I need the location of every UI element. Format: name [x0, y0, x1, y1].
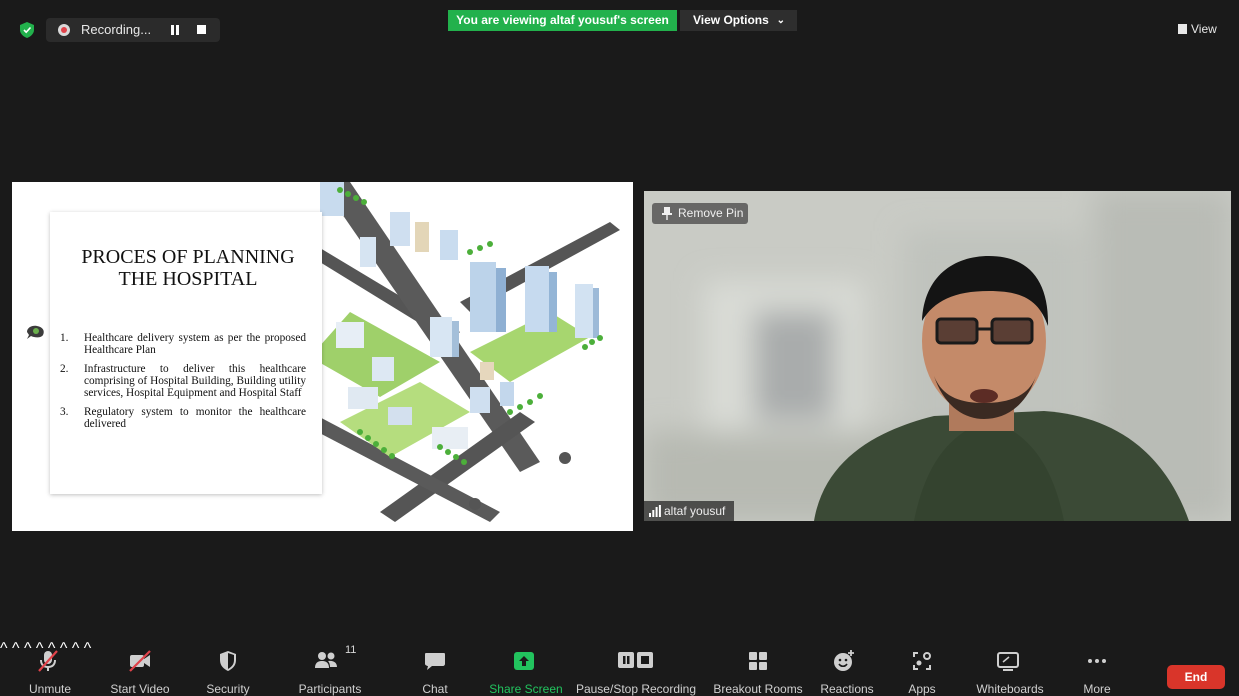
breakout-rooms-label: Breakout Rooms [713, 682, 803, 696]
more-icon [1088, 659, 1106, 663]
list-item-number: 3. [60, 406, 69, 418]
list-item-number: 1. [60, 332, 69, 344]
view-icon [1178, 24, 1187, 34]
participants-count: 11 [345, 644, 357, 656]
remove-pin-button[interactable]: Remove Pin [652, 203, 748, 224]
apps-button[interactable]: Apps [900, 640, 944, 696]
view-label: View [1191, 22, 1217, 36]
reactions-icon [834, 650, 854, 671]
participants-button[interactable]: 11 Participants [292, 640, 368, 696]
meeting-toolbar: Unmute ^ Start Video ^ Security 11 Parti… [0, 640, 1239, 696]
list-item: 3. Regulatory system to monitor the heal… [60, 406, 306, 430]
participants-label: Participants [298, 682, 362, 696]
remove-pin-label: Remove Pin [678, 206, 744, 220]
whiteboard-icon [997, 652, 1019, 671]
view-options-button[interactable]: View Options ⌄ [680, 10, 797, 31]
muted-microphone-icon [38, 650, 58, 672]
breakout-rooms-button[interactable]: Breakout Rooms [708, 640, 808, 696]
signal-strength-icon [649, 505, 661, 517]
viewing-screen-banner: You are viewing altaf yousuf's screen [448, 10, 677, 31]
chevron-down-icon: ⌄ [776, 15, 785, 26]
pause-stop-recording-label: Pause/Stop Recording [575, 682, 697, 696]
chevron-up-icon[interactable]: ^ [0, 640, 8, 657]
participant-video[interactable]: Remove Pin altaf yousuf [644, 191, 1231, 521]
more-button[interactable]: More [1072, 640, 1122, 696]
slide-list: 1. Healthcare delivery system as per the… [60, 332, 306, 437]
share-screen-icon [514, 652, 534, 670]
view-options-label: View Options [693, 13, 769, 27]
pause-recording-icon[interactable] [170, 25, 180, 35]
chat-label: Chat [422, 682, 448, 696]
shared-screen: PROCES OF PLANNING THE HOSPITAL 1. Healt… [12, 182, 633, 531]
video-off-icon [129, 650, 151, 672]
participants-icon [315, 652, 337, 668]
shield-icon [220, 651, 236, 671]
chat-button[interactable]: Chat [410, 640, 460, 696]
chat-icon [425, 653, 445, 670]
pause-stop-recording-icon [618, 652, 653, 668]
whiteboards-label: Whiteboards [976, 682, 1044, 696]
share-screen-label: Share Screen [489, 682, 563, 696]
end-meeting-button[interactable]: End [1167, 665, 1225, 689]
list-item: 1. Healthcare delivery system as per the… [60, 332, 306, 356]
recording-indicator: Recording... [46, 18, 220, 42]
start-video-button[interactable]: Start Video [102, 640, 178, 696]
shield-icon[interactable] [20, 22, 34, 38]
view-button[interactable]: View [1178, 22, 1217, 36]
recording-dot-icon [58, 24, 70, 36]
security-button[interactable]: Security [196, 640, 260, 696]
participant-name-tag: altaf yousuf [644, 501, 734, 521]
apps-label: Apps [908, 682, 936, 696]
list-item-number: 2. [60, 363, 69, 375]
start-video-label: Start Video [110, 682, 170, 696]
unmute-button[interactable]: Unmute [14, 640, 86, 696]
pin-icon [662, 207, 672, 220]
pause-stop-recording-button[interactable]: Pause/Stop Recording [570, 640, 702, 696]
apps-icon [913, 652, 931, 670]
more-label: More [1083, 682, 1111, 696]
security-label: Security [206, 682, 250, 696]
breakout-rooms-icon [749, 652, 767, 670]
stop-recording-icon[interactable] [197, 25, 206, 34]
recording-label: Recording... [81, 22, 152, 37]
city-illustration [320, 182, 620, 522]
whiteboards-button[interactable]: Whiteboards [970, 640, 1050, 696]
list-item-text: Infrastructure to deliver this healthcar… [84, 363, 306, 399]
speech-bubble-icon [27, 325, 44, 339]
reactions-label: Reactions [820, 682, 874, 696]
slide-title: PROCES OF PLANNING THE HOSPITAL [81, 246, 295, 290]
unmute-label: Unmute [28, 682, 72, 696]
share-screen-button[interactable]: Share Screen [486, 640, 566, 696]
list-item-text: Regulatory system to monitor the healthc… [84, 406, 306, 430]
participant-video-frame [644, 191, 1231, 521]
participant-name: altaf yousuf [664, 504, 726, 518]
reactions-button[interactable]: Reactions [814, 640, 880, 696]
list-item-text: Healthcare delivery system as per the pr… [84, 332, 306, 356]
list-item: 2. Infrastructure to deliver this health… [60, 363, 306, 399]
